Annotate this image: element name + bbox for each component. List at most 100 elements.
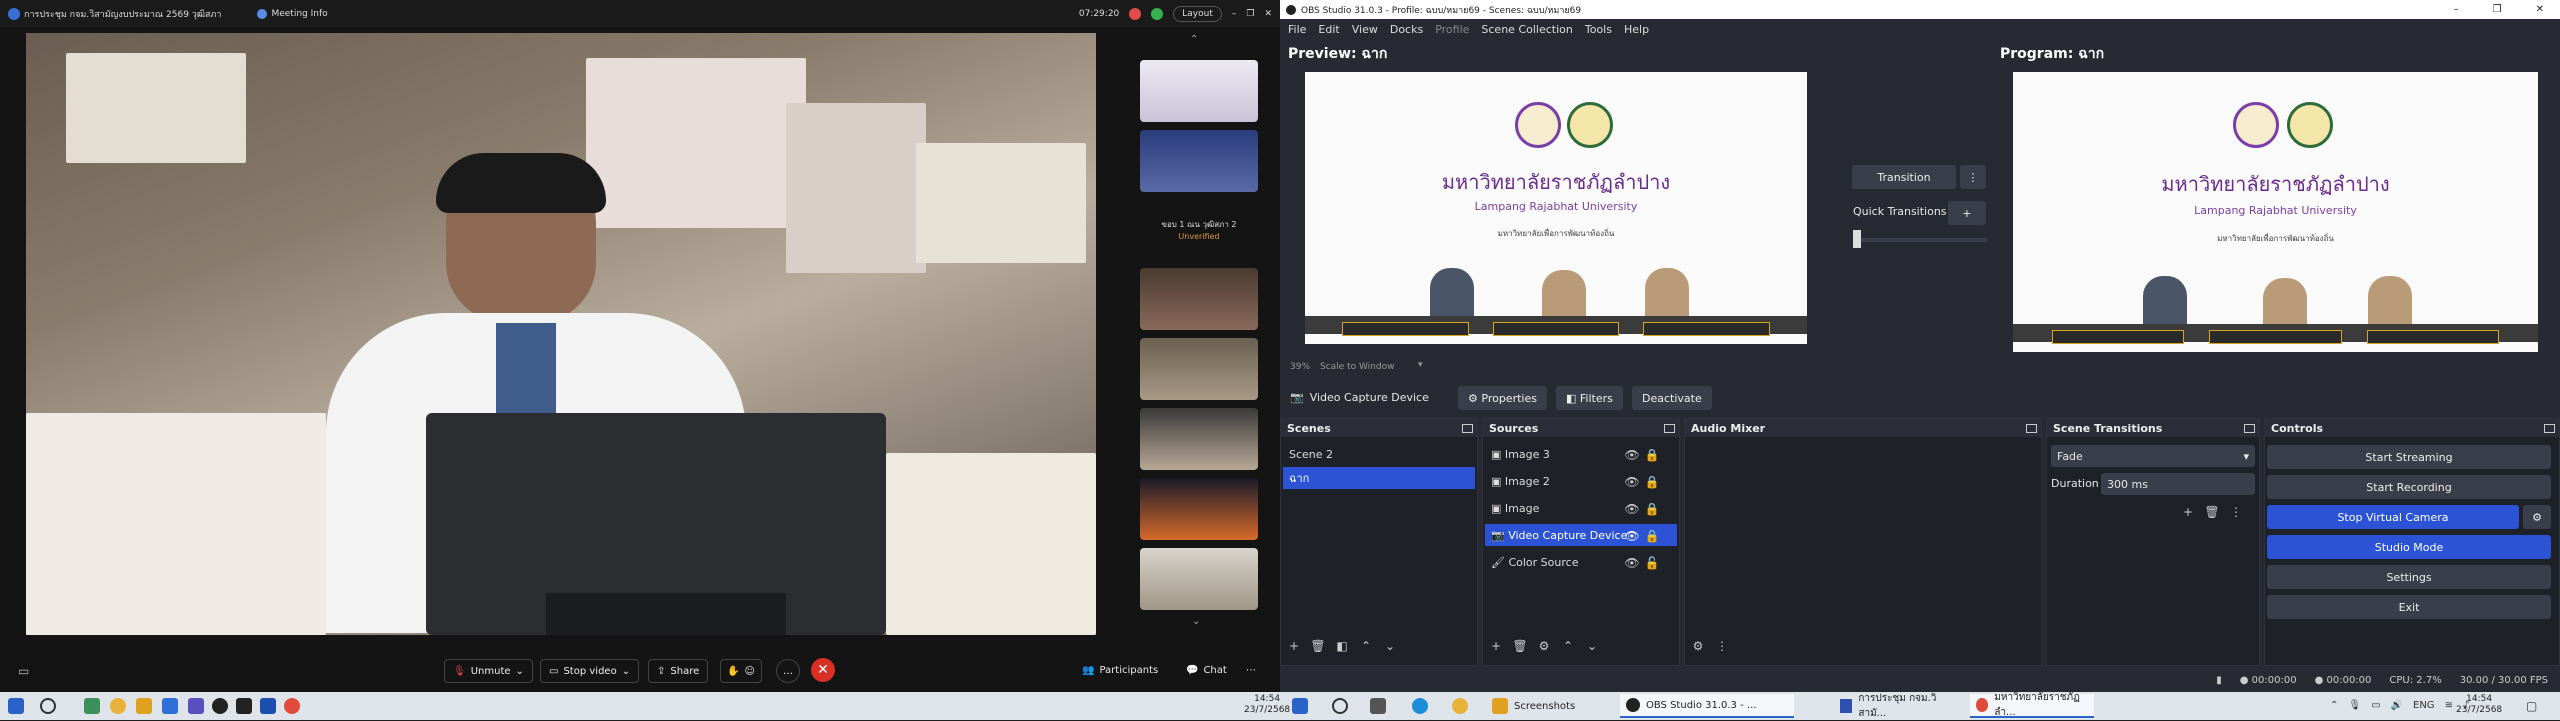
eye-icon[interactable]: 👁: [1623, 554, 1641, 572]
participants-button[interactable]: 👥 Participants: [1082, 665, 1158, 676]
duration-input[interactable]: 300 ms: [2101, 473, 2255, 495]
taskbar-item[interactable]: OBS Studio 31.0.3 - ...: [1620, 694, 1794, 718]
battery-icon[interactable]: ▭: [2371, 700, 2380, 711]
chrome-icon[interactable]: [110, 698, 126, 714]
scroll-down-icon[interactable]: ⌄: [1192, 616, 1200, 627]
menu-docks[interactable]: Docks: [1390, 23, 1423, 36]
info-icon[interactable]: [257, 8, 268, 19]
settings-button[interactable]: Settings: [2267, 565, 2551, 589]
system-clock[interactable]: 14:54 23/7/2568: [2456, 694, 2502, 716]
lock-icon[interactable]: 🔒: [1643, 527, 1661, 545]
chat-button[interactable]: 💬 Chat: [1186, 665, 1227, 676]
minimize-icon[interactable]: –: [2454, 4, 2459, 15]
close-icon[interactable]: ✕: [1264, 9, 1272, 19]
advanced-audio-icon[interactable]: ⚙: [1689, 637, 1707, 655]
scene-item[interactable]: ฉาก: [1283, 467, 1475, 489]
edge-icon[interactable]: [1412, 698, 1428, 714]
participant-tile[interactable]: [1140, 338, 1258, 400]
undock-icon[interactable]: [2026, 423, 2037, 433]
lock-icon[interactable]: 🔒: [1643, 446, 1661, 464]
meeting-info-button[interactable]: Meeting Info: [271, 9, 327, 19]
eye-icon[interactable]: 👁: [1623, 446, 1641, 464]
chrome-icon[interactable]: [1452, 698, 1468, 714]
gear-icon[interactable]: ⚙: [1535, 637, 1553, 655]
restore-icon[interactable]: ❐: [2493, 4, 2502, 15]
participant-tile[interactable]: [1140, 478, 1258, 540]
add-icon[interactable]: +: [1487, 637, 1505, 655]
mic-icon[interactable]: 🎙: [2348, 700, 2361, 711]
menu-tools[interactable]: Tools: [1585, 23, 1612, 36]
arrow-down-icon[interactable]: ⌄: [1381, 637, 1399, 655]
taskbar-item[interactable]: Screenshots: [1500, 694, 1581, 718]
more-options-icon[interactable]: ⋯: [1246, 665, 1256, 676]
close-icon[interactable]: ✕: [2536, 4, 2544, 15]
app-icon[interactable]: [260, 698, 276, 714]
folder-icon[interactable]: [136, 698, 152, 714]
menu-scene-collection[interactable]: Scene Collection: [1481, 23, 1572, 36]
wifi-icon[interactable]: ≋: [2445, 700, 2453, 711]
menu-view[interactable]: View: [1352, 23, 1378, 36]
chrome-icon[interactable]: [284, 698, 300, 714]
trash-icon[interactable]: 🗑: [2203, 503, 2221, 521]
undock-icon[interactable]: [2244, 423, 2255, 433]
more-button[interactable]: …: [776, 659, 800, 683]
start-icon[interactable]: [8, 698, 24, 714]
participant-tile[interactable]: [1140, 408, 1258, 470]
search-icon[interactable]: [40, 698, 56, 714]
mixer-menu-icon[interactable]: ⋮: [1713, 637, 1731, 655]
app-icon[interactable]: [188, 698, 204, 714]
restore-icon[interactable]: ❐: [1246, 9, 1254, 19]
t-bar-slider[interactable]: [1853, 238, 1987, 242]
app-icon[interactable]: [84, 698, 100, 714]
t-bar-handle[interactable]: [1853, 230, 1861, 248]
obs-icon[interactable]: [212, 698, 228, 714]
deactivate-button[interactable]: Deactivate: [1632, 386, 1712, 410]
app-icon[interactable]: [162, 698, 178, 714]
scene-item[interactable]: Scene 2: [1283, 443, 1475, 465]
start-streaming-button[interactable]: Start Streaming: [2267, 445, 2551, 469]
trash-icon[interactable]: 🗑: [1309, 637, 1327, 655]
studio-mode-button[interactable]: Studio Mode: [2267, 535, 2551, 559]
layout-button[interactable]: Layout: [1173, 5, 1222, 22]
stop-virtual-camera-button[interactable]: Stop Virtual Camera: [2267, 505, 2519, 529]
taskbar-item[interactable]: มหาวิทยาลัยราชภัฏลำ...: [1970, 692, 2094, 718]
start-recording-button[interactable]: Start Recording: [2267, 475, 2551, 499]
transition-menu-icon[interactable]: ⋮: [1960, 165, 1986, 189]
menu-profile[interactable]: Profile: [1435, 23, 1469, 36]
participant-tile[interactable]: [1140, 548, 1258, 610]
chevron-up-icon[interactable]: ⌃: [2330, 700, 2338, 711]
filter-icon[interactable]: ◧: [1333, 637, 1351, 655]
undock-icon[interactable]: [1462, 423, 1473, 433]
eye-icon[interactable]: 👁: [1623, 500, 1641, 518]
captions-icon[interactable]: ▭: [18, 664, 29, 678]
stop-video-button[interactable]: ▭ Stop video ⌄: [540, 659, 640, 683]
eye-icon[interactable]: 👁: [1623, 473, 1641, 491]
transition-select[interactable]: Fade ▾: [2051, 445, 2255, 467]
arrow-up-icon[interactable]: ⌃: [1559, 637, 1577, 655]
unlock-icon[interactable]: 🔓: [1643, 554, 1661, 572]
unmute-button[interactable]: 🎙 Unmute ⌄: [444, 659, 533, 683]
lock-icon[interactable]: 🔒: [1643, 500, 1661, 518]
arrow-down-icon[interactable]: ⌄: [1583, 637, 1601, 655]
minimize-icon[interactable]: –: [1232, 9, 1237, 19]
arrow-up-icon[interactable]: ⌃: [1357, 637, 1375, 655]
scale-dropdown-icon[interactable]: ▾: [1418, 360, 1423, 370]
exit-button[interactable]: Exit: [2267, 595, 2551, 619]
virtual-camera-settings-icon[interactable]: ⚙: [2523, 505, 2551, 529]
menu-file[interactable]: File: [1288, 23, 1306, 36]
participant-tile[interactable]: [1140, 268, 1258, 330]
eye-icon[interactable]: 👁: [1623, 527, 1641, 545]
preview-canvas[interactable]: มหาวิทยาลัยราชภัฏลำปาง Lampang Rajabhat …: [1305, 72, 1807, 344]
transition-button[interactable]: Transition: [1852, 165, 1956, 189]
undock-icon[interactable]: [1664, 423, 1675, 433]
task-view-icon[interactable]: [1370, 698, 1386, 714]
scroll-up-icon[interactable]: ⌃: [1190, 34, 1198, 45]
taskbar-item[interactable]: การประชุม กจม.วิสามั...: [1834, 693, 1958, 719]
participant-tile[interactable]: [1140, 130, 1258, 192]
end-call-button[interactable]: ✕: [811, 658, 835, 682]
volume-icon[interactable]: 🔊: [2391, 700, 2403, 711]
participant-tile[interactable]: [1140, 60, 1258, 122]
menu-edit[interactable]: Edit: [1318, 23, 1339, 36]
add-icon[interactable]: +: [1285, 637, 1303, 655]
notification-icon[interactable]: ▢: [2526, 699, 2537, 713]
